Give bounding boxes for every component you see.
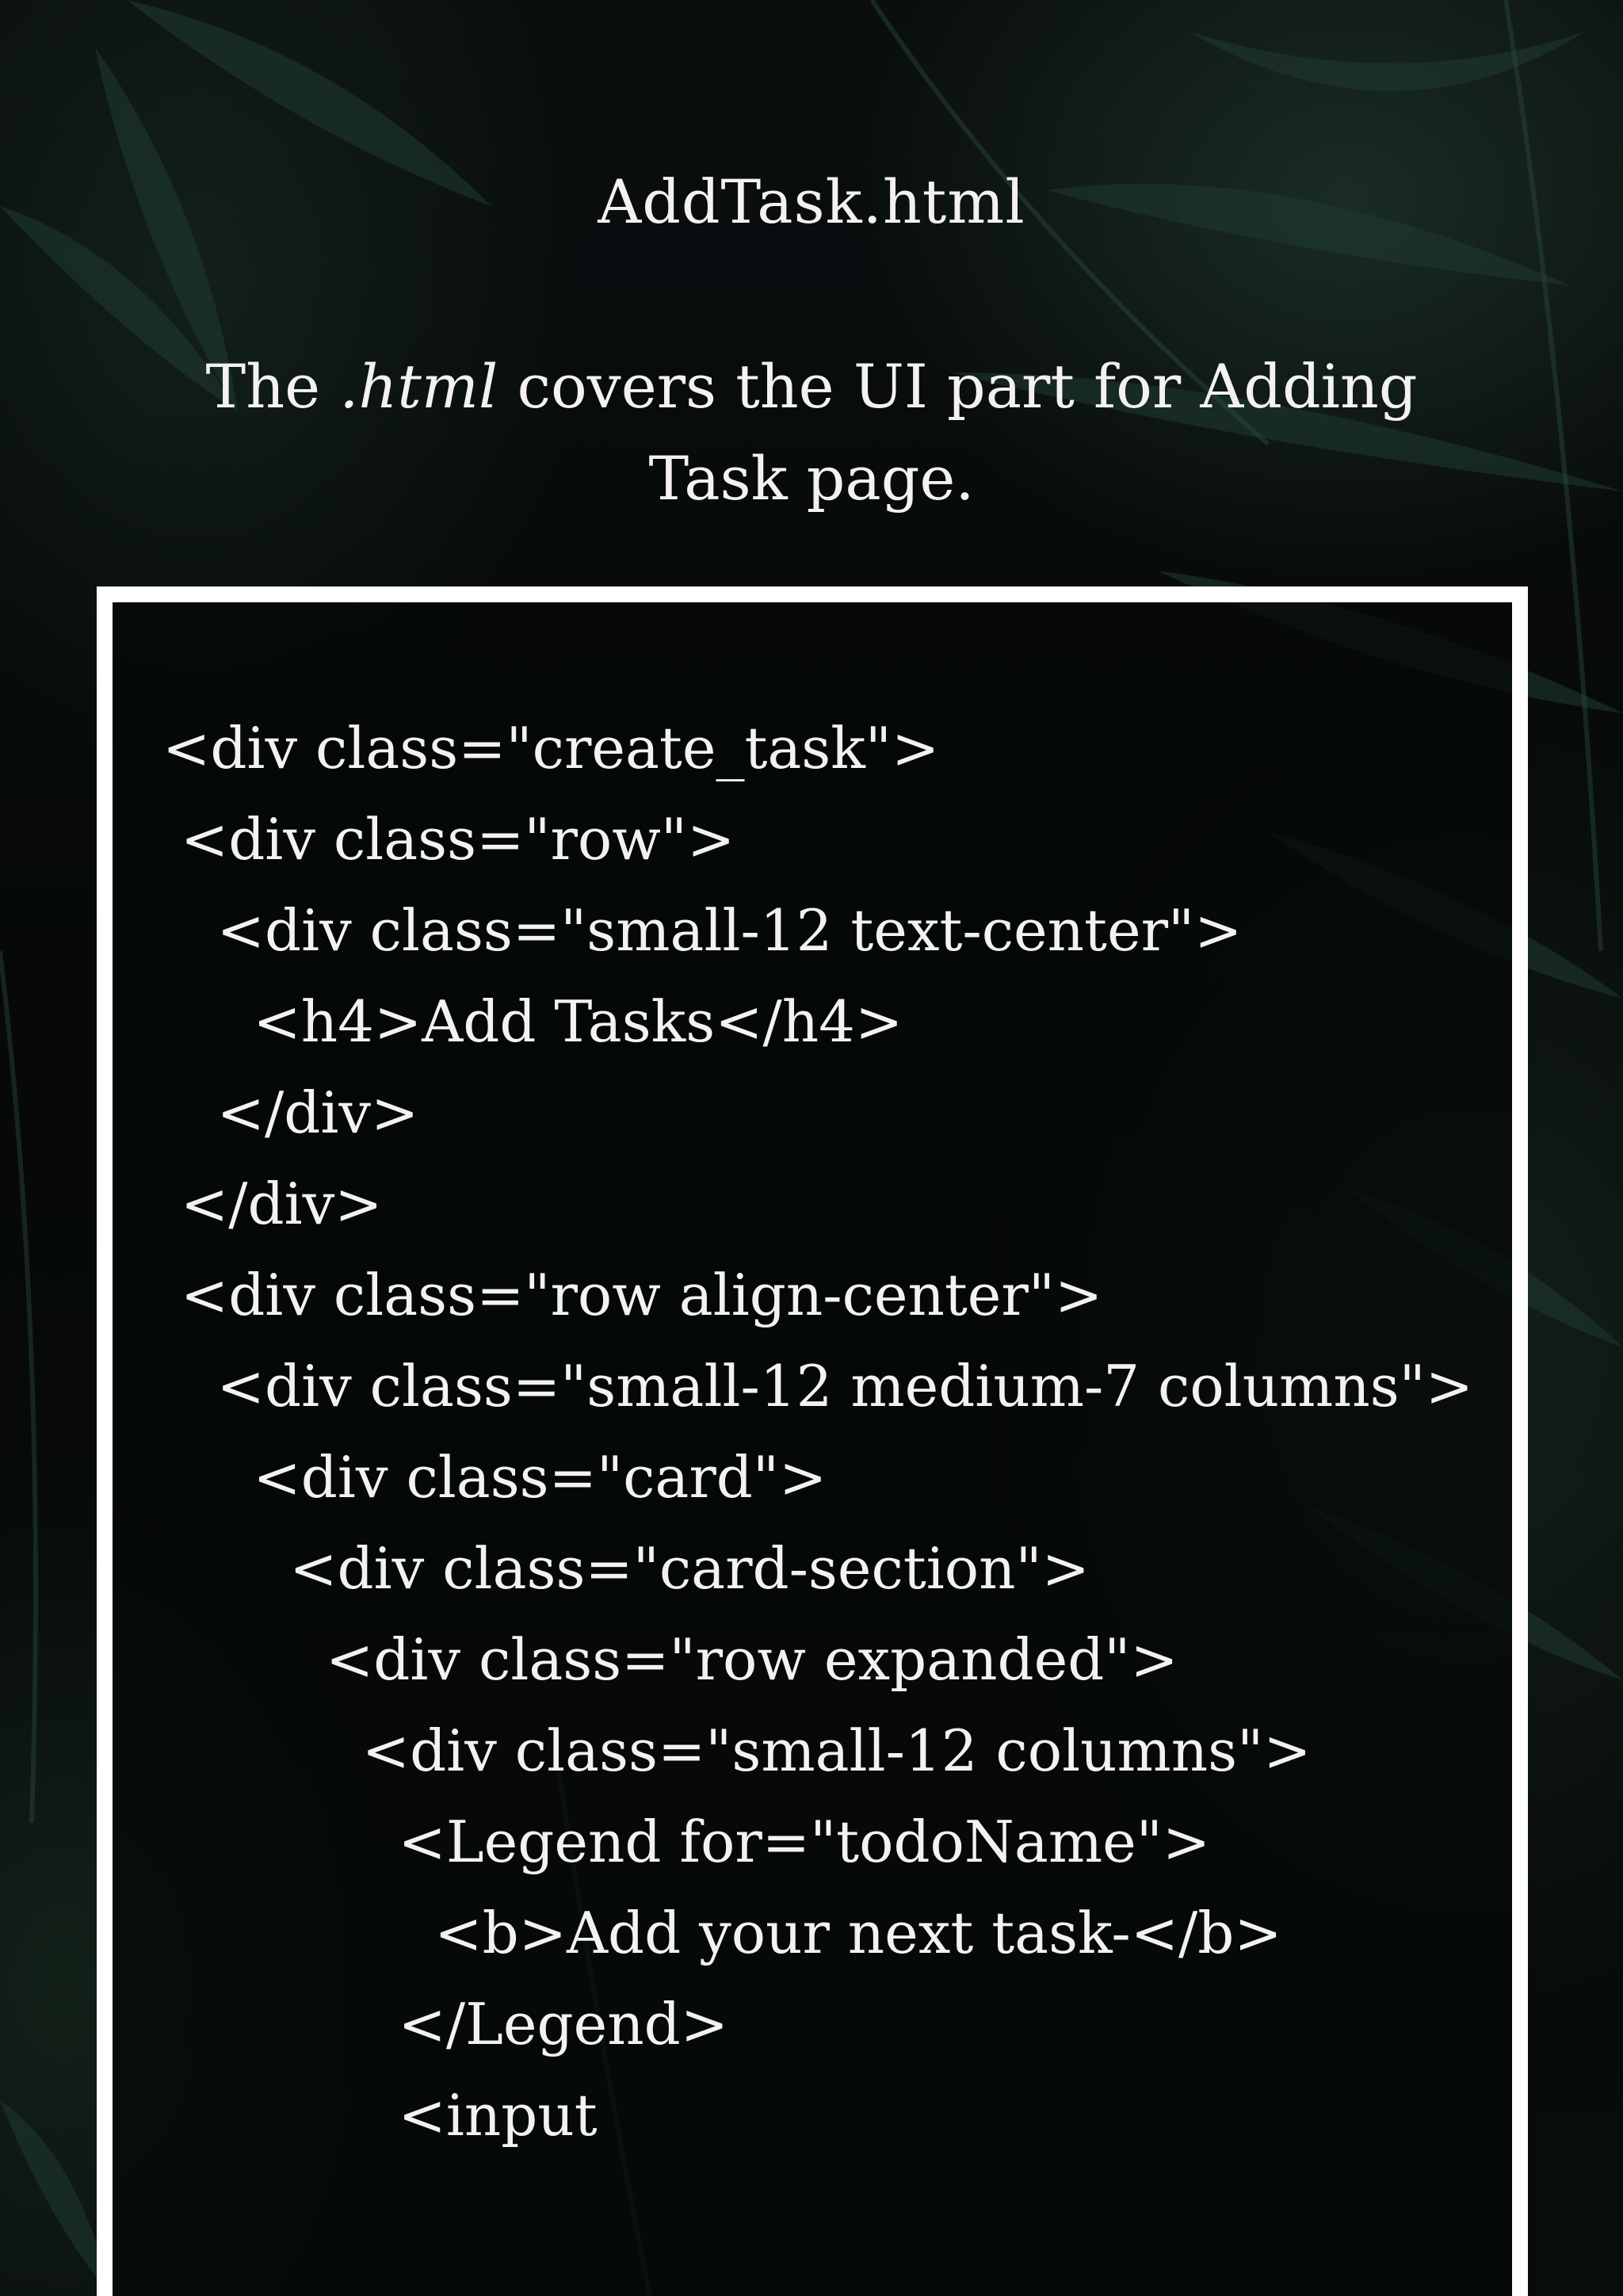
code-line: <div class="card"> bbox=[162, 1444, 827, 1511]
intro-text-before: The bbox=[205, 351, 340, 422]
intro-text-after: covers the UI part for Adding Task page. bbox=[498, 351, 1418, 514]
code-line: <b>Add your next task-</b> bbox=[162, 1900, 1282, 1966]
code-line: </div> bbox=[162, 1171, 383, 1237]
code-line: <div class="card-section"> bbox=[162, 1535, 1090, 1602]
code-line: </div> bbox=[162, 1079, 419, 1146]
code-block: <div class="create_task"> <div class="ro… bbox=[162, 703, 1526, 2161]
code-line: <h4>Add Tasks</h4> bbox=[162, 988, 903, 1055]
code-line: <div class="row"> bbox=[162, 806, 735, 873]
code-line: <div class="small-12 text-center"> bbox=[162, 897, 1243, 964]
code-line: <Legend for="todoName"> bbox=[162, 1809, 1211, 1875]
page: AddTask.html The .html covers the UI par… bbox=[0, 0, 1623, 2296]
code-line: <div class="row expanded"> bbox=[162, 1626, 1178, 1693]
document-title: AddTask.html bbox=[598, 166, 1025, 237]
code-line: </Legend> bbox=[162, 1991, 729, 2057]
code-line: <div class="small-12 medium-7 columns"> bbox=[162, 1353, 1474, 1419]
intro-paragraph: The .html covers the UI part for Adding … bbox=[158, 341, 1465, 525]
code-line: <div class="row align-center"> bbox=[162, 1262, 1103, 1328]
intro-emphasis: .html bbox=[339, 351, 498, 422]
code-line: <div class="small-12 columns"> bbox=[162, 1717, 1312, 1784]
code-line: <div class="create_task"> bbox=[162, 715, 940, 781]
code-line: <input bbox=[162, 2082, 598, 2149]
